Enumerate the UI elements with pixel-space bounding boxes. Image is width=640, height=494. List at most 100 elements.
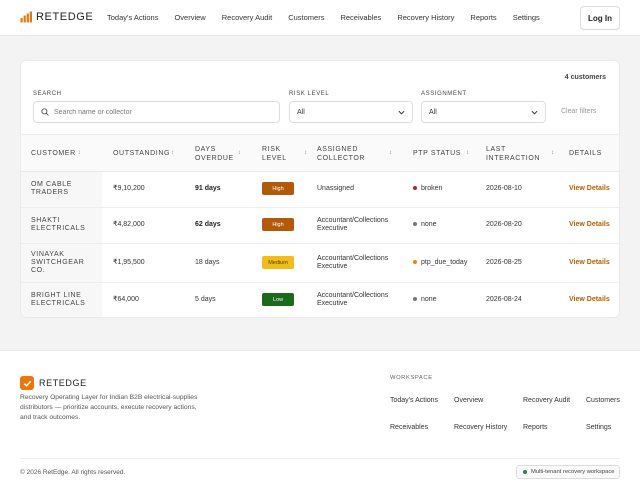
col-risk-line1[interactable]: RISK — [262, 145, 281, 154]
check-icon — [23, 380, 31, 387]
copyright: © 2026 RetEdge. All rights reserved. — [20, 469, 126, 476]
footer-link-recovery-history[interactable]: Recovery History — [454, 424, 507, 431]
days-overdue-cell: 5 days — [195, 296, 216, 303]
col-risk-line2[interactable]: LEVEL — [262, 154, 287, 163]
customers-card: 4 customers SEARCH RISK LEVEL All ASSIGN… — [20, 60, 620, 318]
workspace-badge-text: Multi-tenant recovery workspace — [531, 469, 615, 475]
brand[interactable]: RETEDGE — [20, 11, 93, 23]
ptp-status-text: none — [421, 221, 437, 228]
last-interaction-cell: 2026-08-20 — [486, 221, 522, 228]
customer-cell: OM CABLE TRADERS — [21, 172, 102, 207]
nav-customers[interactable]: Customers — [288, 13, 324, 22]
table-row: BRIGHT LINE ELECTRICALS ₹64,000 5 days L… — [21, 283, 619, 317]
footer-link-todays-actions[interactable]: Today's Actions — [390, 397, 438, 404]
footer-divider — [20, 458, 620, 459]
customer-cell: VINAYAK SWITCHGEAR CO. — [21, 244, 102, 282]
risk-level-value: All — [297, 108, 305, 116]
nav-reports[interactable]: Reports — [470, 13, 496, 22]
customer-cell: BRIGHT LINE ELECTRICALS — [21, 283, 102, 317]
outstanding-cell: ₹64,000 — [113, 296, 139, 303]
footer: RETEDGE Recovery Operating Layer for Ind… — [0, 350, 640, 494]
sort-icon[interactable]: ↕ — [551, 150, 554, 156]
sort-icon[interactable]: ↕ — [78, 150, 81, 156]
outstanding-cell: ₹4,82,000 — [113, 221, 145, 228]
risk-badge: High — [262, 182, 294, 195]
nav-overview[interactable]: Overview — [174, 13, 205, 22]
sort-icon[interactable]: ↕ — [171, 150, 174, 156]
col-last-interaction-line1[interactable]: LAST — [486, 145, 506, 154]
nav-settings[interactable]: Settings — [513, 13, 540, 22]
customer-name-line: BRIGHT LINE — [31, 292, 82, 299]
view-details-link[interactable]: View Details — [569, 185, 610, 192]
nav-todays-actions[interactable]: Today's Actions — [107, 13, 158, 22]
customer-count: 4 customers — [564, 74, 606, 81]
sort-icon[interactable]: ↕ — [466, 150, 469, 156]
search-label: SEARCH — [33, 91, 62, 97]
clear-filters-button[interactable]: Clear filters — [561, 108, 596, 115]
brand-name: RETEDGE — [36, 11, 94, 23]
footer-description: Recovery Operating Layer for Indian B2B … — [20, 394, 198, 421]
chevron-down-icon — [398, 110, 405, 115]
login-button[interactable]: Log In — [580, 6, 620, 30]
risk-badge: Medium — [262, 256, 294, 269]
col-collector-line2[interactable]: COLLECTOR — [317, 154, 365, 163]
footer-link-recovery-audit[interactable]: Recovery Audit — [523, 397, 570, 404]
assignment-select[interactable]: All — [421, 101, 546, 123]
sort-icon[interactable]: ↕ — [304, 150, 307, 156]
collector-cell: Accountant/Collections — [317, 292, 389, 299]
last-interaction-cell: 2026-08-10 — [486, 185, 522, 192]
footer-link-reports[interactable]: Reports — [523, 424, 548, 431]
col-outstanding[interactable]: OUTSTANDING — [113, 149, 170, 158]
col-ptp-status[interactable]: PTP STATUS — [413, 149, 461, 158]
footer-link-settings[interactable]: Settings — [586, 424, 611, 431]
risk-level-select[interactable]: All — [289, 101, 413, 123]
ptp-status-cell: broken — [413, 185, 442, 193]
days-overdue-cell: 91 days — [195, 185, 221, 192]
footer-link-receivables[interactable]: Receivables — [390, 424, 428, 431]
col-collector-line1[interactable]: ASSIGNED — [317, 145, 358, 154]
status-dot — [413, 222, 417, 227]
collector-cell: Executive — [317, 263, 348, 270]
collector-cell: Accountant/Collections — [317, 255, 389, 262]
col-days-overdue-line1[interactable]: DAYS — [195, 145, 216, 154]
table-row: OM CABLE TRADERS ₹9,10,200 91 days High … — [21, 172, 619, 208]
status-dot — [523, 470, 527, 474]
workspace-badge: Multi-tenant recovery workspace — [516, 465, 620, 479]
nav-recovery-audit[interactable]: Recovery Audit — [222, 13, 272, 22]
nav-receivables[interactable]: Receivables — [340, 13, 381, 22]
view-details-link[interactable]: View Details — [569, 221, 610, 228]
ptp-status-cell: none — [413, 296, 437, 304]
status-dot — [413, 297, 417, 302]
col-last-interaction-line2[interactable]: INTERACTION — [486, 154, 540, 163]
footer-brand-name: RETEDGE — [39, 378, 87, 388]
top-navigation-bar: RETEDGE Today's Actions Overview Recover… — [0, 0, 640, 36]
status-dot — [413, 260, 417, 265]
customer-cell: SHAKTI ELECTRICALS — [21, 208, 102, 243]
table-row: SHAKTI ELECTRICALS ₹4,82,000 62 days Hig… — [21, 208, 619, 244]
customer-name-line: ELECTRICALS — [31, 300, 86, 307]
customer-name-line: VINAYAK — [31, 251, 65, 258]
search-input[interactable] — [54, 108, 264, 116]
view-details-link[interactable]: View Details — [569, 259, 610, 266]
footer-link-overview[interactable]: Overview — [454, 397, 483, 404]
last-interaction-cell: 2026-08-25 — [486, 259, 522, 266]
table-row: VINAYAK SWITCHGEAR CO. ₹1,95,500 18 days… — [21, 244, 619, 283]
table-header: CUSTOMER ↕ OUTSTANDING ↕ DAYS OVERDUE ↕ … — [21, 134, 619, 172]
nav-recovery-history[interactable]: Recovery History — [397, 13, 454, 22]
col-customer[interactable]: CUSTOMER — [31, 149, 76, 158]
view-details-link[interactable]: View Details — [569, 296, 610, 303]
customer-name-line: TRADERS — [31, 189, 69, 196]
col-days-overdue-line2[interactable]: OVERDUE — [195, 154, 234, 163]
main-nav: Today's Actions Overview Recovery Audit … — [107, 13, 556, 22]
ptp-status-text: broken — [421, 185, 443, 192]
sort-icon[interactable]: ↕ — [238, 150, 241, 156]
ptp-status-cell: none — [413, 221, 437, 229]
search-icon — [41, 108, 49, 116]
footer-brand[interactable]: RETEDGE — [20, 376, 87, 390]
customer-name-line: CO. — [31, 267, 46, 274]
footer-link-customers[interactable]: Customers — [586, 397, 620, 404]
ptp-status-text: ptp_due_today — [421, 259, 468, 266]
sort-icon[interactable]: ↕ — [389, 150, 392, 156]
search-field[interactable] — [33, 101, 280, 123]
assignment-label: ASSIGNMENT — [421, 91, 467, 97]
